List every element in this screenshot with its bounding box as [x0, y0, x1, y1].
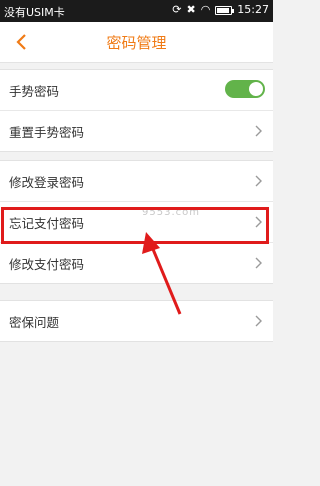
status-icons: ⟳ ✖ ◠ 15:27 [172, 3, 269, 17]
sync-icon: ⟳ [172, 3, 182, 16]
change-payment-password-label: 修改支付密码 [9, 256, 85, 272]
chevron-right-icon [255, 315, 262, 327]
security-question-row[interactable]: 密保问题 [0, 301, 273, 341]
chevron-right-icon [255, 257, 262, 269]
gesture-password-row[interactable]: 手势密码 [0, 70, 273, 110]
status-bar: 没有USIM卡 ⟳ ✖ ◠ 15:27 [0, 0, 273, 22]
pointer-arrow-icon [142, 232, 182, 315]
clock-text: 15:27 [237, 3, 269, 16]
security-question-label: 密保问题 [9, 314, 60, 330]
toggle-knob [249, 82, 263, 96]
change-login-password-row[interactable]: 修改登录密码 [0, 161, 273, 201]
security-group: 密保问题 [0, 300, 273, 342]
reset-gesture-password-label: 重置手势密码 [9, 124, 85, 140]
top-navigation-bar: 密码管理 [0, 22, 273, 63]
reset-gesture-password-row[interactable]: 重置手势密码 [0, 110, 273, 151]
mute-icon: ✖ [186, 3, 196, 16]
gesture-group: 手势密码 重置手势密码 [0, 69, 273, 152]
carrier-text: 没有USIM卡 [4, 6, 65, 19]
highlight-box [1, 207, 269, 244]
chevron-right-icon [255, 125, 262, 137]
gesture-password-toggle[interactable] [225, 80, 265, 98]
battery-icon [215, 5, 235, 15]
gesture-password-label: 手势密码 [9, 83, 60, 99]
battery-fill [217, 7, 230, 13]
change-login-password-label: 修改登录密码 [9, 174, 85, 190]
wifi-icon: ◠ [200, 3, 211, 16]
chevron-right-icon [255, 175, 262, 187]
change-payment-password-row[interactable]: 修改支付密码 [0, 242, 273, 283]
page-title: 密码管理 [106, 34, 167, 52]
